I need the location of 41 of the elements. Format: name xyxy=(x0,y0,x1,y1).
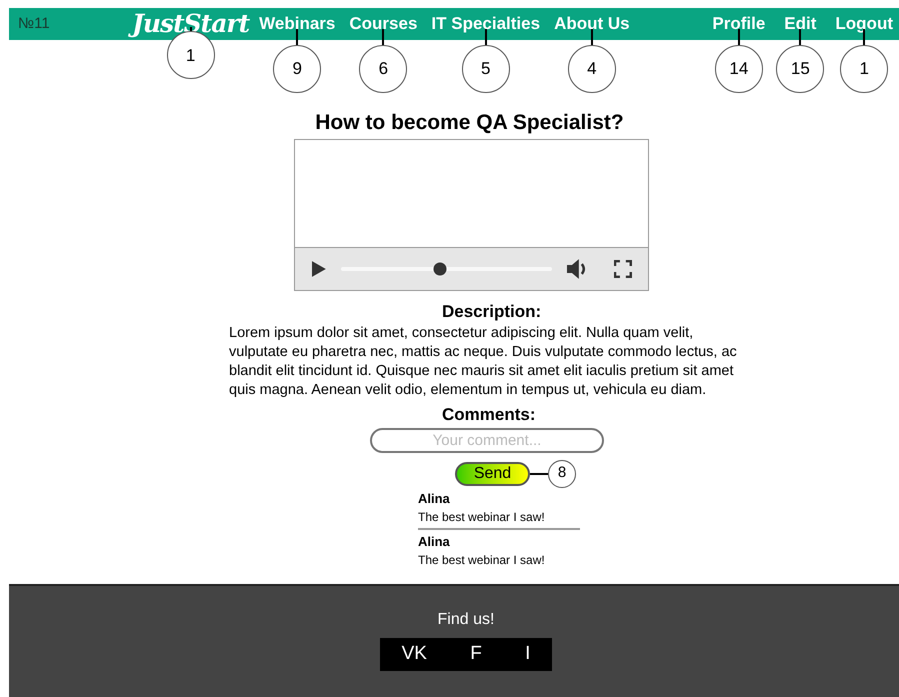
footer-heading: Find us! xyxy=(438,610,494,630)
progress-track[interactable] xyxy=(340,262,552,275)
comment-author: Alina xyxy=(418,532,450,550)
comment-field[interactable]: Your comment... xyxy=(370,428,604,452)
page-number: №11 xyxy=(18,14,51,34)
description-heading: Description: xyxy=(442,300,542,322)
nav-link[interactable]: Courses xyxy=(349,14,418,33)
callout-number: 9 xyxy=(273,45,322,93)
callout-number: 1 xyxy=(166,31,215,80)
leader-line xyxy=(530,472,548,474)
nav-link[interactable]: IT Specialties xyxy=(431,14,540,33)
send-button[interactable]: Send xyxy=(455,462,530,486)
leader-line xyxy=(799,29,802,45)
callout-number: 6 xyxy=(359,45,408,93)
nav-link[interactable]: Webinars xyxy=(259,14,336,33)
social-link[interactable]: F xyxy=(470,640,482,669)
nav-link[interactable]: About Us xyxy=(554,14,630,33)
nav-link[interactable]: Edit xyxy=(784,14,816,33)
social-link[interactable]: I xyxy=(525,640,530,669)
leader-line xyxy=(590,29,593,45)
leader-line xyxy=(382,29,384,45)
callout-number: 5 xyxy=(462,45,510,93)
play-icon[interactable] xyxy=(311,260,327,278)
fullscreen-icon[interactable] xyxy=(614,260,632,278)
callout-number: 15 xyxy=(776,45,824,93)
nav-link[interactable]: Logout xyxy=(835,14,893,33)
comment-text: The best webinar I saw! xyxy=(418,552,545,568)
nav-link[interactable]: Profile xyxy=(712,14,766,33)
callout-number: 1 xyxy=(840,45,888,93)
page-title: How to become QA Specialist? xyxy=(314,110,625,136)
comment-text: The best webinar I saw! xyxy=(418,508,545,526)
leader-line xyxy=(296,29,298,45)
leader-line xyxy=(738,29,740,45)
comment-author: Alina xyxy=(418,490,450,508)
callout-number: 4 xyxy=(568,45,616,93)
progress-thumb[interactable] xyxy=(434,262,447,275)
callout-number: 8 xyxy=(548,460,576,488)
description-text: Lorem ipsum dolor sit amet, consectetur adipiscing elit. Nulla quam velit, vulputate eu pharetra nec, mattis ac neque. Duis vulputate commodo lectus, ac blandit elit tincidunt id. Quisque nec mauris sit amet elit iaculis pretium sit amet quis magna. Aenean velit odio, elementum in tempus ut, vehicula eu diam. xyxy=(229,324,738,400)
comments-heading: Comments: xyxy=(442,404,536,426)
callout-number: 14 xyxy=(714,45,763,93)
social-link[interactable]: VK xyxy=(402,640,427,669)
